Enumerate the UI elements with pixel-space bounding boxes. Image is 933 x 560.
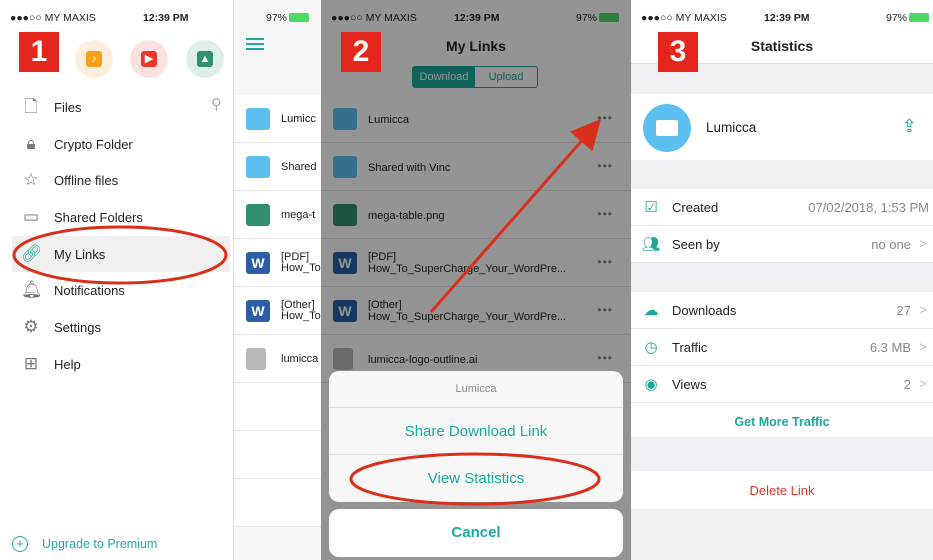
status-bar: 97% [234, 0, 321, 24]
word-doc-icon: W [246, 252, 270, 274]
eye-icon: ◉ [644, 376, 658, 393]
chevron-right-icon: > [919, 339, 927, 354]
folder-avatar [643, 104, 691, 152]
views-row[interactable]: ◉ Views 2 > [631, 366, 933, 403]
folder-icon [246, 156, 270, 178]
battery-icon [289, 13, 310, 22]
empty-row [234, 479, 321, 527]
word-doc-icon: W [246, 300, 270, 322]
downloads-row[interactable]: ☁ Downloads 27 > [631, 292, 933, 329]
delete-section: Delete Link [631, 471, 933, 509]
seen-by-value: no one [871, 237, 911, 252]
carrier-label: ●●●○○ MY MAXIS [641, 12, 727, 24]
list-item[interactable]: Lumicc [234, 95, 321, 143]
battery-indicator: 97% [266, 12, 310, 24]
statistics-panel: ●●●○○ MY MAXIS 12:39 PM 97% Statistics 3… [631, 0, 933, 560]
cloud-download-icon: ☁ [643, 302, 659, 319]
views-value: 2 [903, 377, 911, 392]
step-badge-3: 3 [658, 32, 698, 72]
chevron-right-icon: > [919, 236, 927, 251]
clock: 12:39 PM [764, 12, 810, 24]
empty-row [234, 383, 321, 431]
share-icon[interactable]: ⇪ [902, 116, 917, 137]
created-row: ☑ Created 07/02/2018, 1:53 PM [631, 189, 933, 226]
delete-link-button[interactable]: Delete Link [631, 483, 933, 498]
downloads-value: 27 [896, 303, 911, 318]
info-section: ☑ Created 07/02/2018, 1:53 PM 👥︎ Seen by… [631, 189, 933, 263]
list-item[interactable]: mega-t [234, 191, 321, 239]
traffic-value: 6.3 MB [869, 340, 911, 355]
empty-row [234, 431, 321, 479]
chevron-right-icon: > [919, 302, 927, 317]
image-file-icon [246, 204, 270, 226]
step-badge-1: 1 [19, 32, 59, 72]
battery-icon [909, 13, 930, 22]
annotation-arrow [429, 118, 601, 313]
list-item[interactable]: W [Other] How_To [234, 287, 321, 335]
folder-icon [246, 108, 270, 130]
list-item[interactable]: Shared [234, 143, 321, 191]
folder-icon [656, 120, 678, 136]
get-more-traffic-link[interactable]: Get More Traffic [631, 415, 933, 429]
calendar-icon: ☑ [644, 199, 658, 216]
generic-file-icon [246, 348, 266, 370]
link-name: Lumicca [706, 120, 757, 135]
list-item[interactable]: W [PDF] How_To [234, 239, 321, 287]
link-header: Lumicca ⇪ [631, 94, 933, 160]
sidebar-panel: ●●●○○ MY MAXIS 12:39 PM 1 ♪ ▶ ▲ 🗋 Files … [0, 0, 233, 560]
seen-by-row[interactable]: 👥︎ Seen by no one > [631, 226, 933, 263]
files-panel-partial: 97% Lumicc Shared mega-t W [PDF] How_To W… [233, 0, 321, 560]
traffic-row[interactable]: ◷ Traffic 6.3 MB > [631, 329, 933, 366]
annotation-ellipse-mylinks [12, 225, 228, 285]
usage-section: ☁ Downloads 27 > ◷ Traffic 6.3 MB > ◉ Vi… [631, 292, 933, 437]
annotation-ellipse-view-statistics [349, 452, 601, 506]
mylinks-panel: ●●●○○ MY MAXIS 12:39 PM 97% My Links Dow… [321, 0, 631, 560]
users-icon: 👥︎ [641, 236, 661, 253]
battery-indicator: 97% [886, 12, 930, 24]
list-item[interactable]: lumicca [234, 335, 321, 383]
annotation-overlay [349, 118, 601, 506]
gauge-icon: ◷ [644, 339, 658, 356]
hamburger-menu-icon[interactable] [246, 38, 264, 50]
created-value: 07/02/2018, 1:53 PM [808, 200, 929, 215]
chevron-right-icon: > [919, 376, 927, 391]
